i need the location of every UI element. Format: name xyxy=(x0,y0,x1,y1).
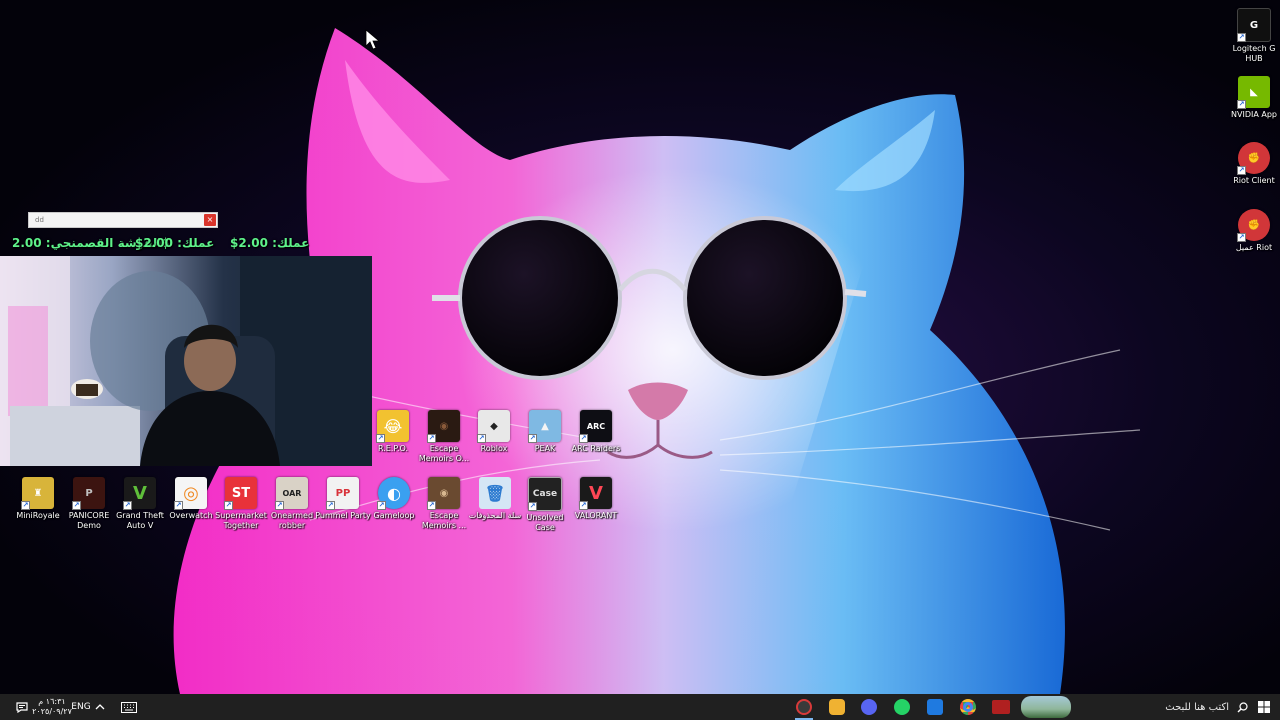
desktop-icon-label: NVIDIA App xyxy=(1231,110,1277,119)
chevron-up-icon xyxy=(95,704,105,710)
oneamed-robber-icon: OAR ↗ xyxy=(275,477,308,510)
notification-icon xyxy=(16,701,28,713)
desktop-icon-label: PANICORE Demo xyxy=(68,511,110,530)
clock-time: ١٦:٣١ م xyxy=(38,697,66,706)
overlay-input-value: dd xyxy=(35,216,44,224)
desktop-icon-label: PEAK xyxy=(534,444,556,453)
overlay-input[interactable]: dd × xyxy=(28,212,218,228)
desktop-icon-repo[interactable]: 😂 ↗ R.E.P.O. xyxy=(368,410,418,454)
desktop-icon-riot-client-ar[interactable]: ✊ ↗ عميل Riot xyxy=(1229,209,1279,253)
desktop-icon-label: Unsolved Case xyxy=(526,513,564,532)
desktop-icon-label: Onearmed robber xyxy=(270,511,314,530)
taskbar-app-obs[interactable] xyxy=(789,694,819,720)
desktop-icon-miniroyale[interactable]: ♜ ↗ MiniRoyale xyxy=(13,477,63,521)
windows-logo-icon xyxy=(1258,701,1270,713)
language-label: ENG xyxy=(71,702,91,712)
taskbar-app-whatsapp[interactable] xyxy=(887,694,917,720)
webcam-overlay xyxy=(0,256,372,466)
desktop-icon-label: MiniRoyale xyxy=(16,511,60,520)
desktop-icon-pummel-party[interactable]: PP ↗ Pummel Party xyxy=(315,477,371,521)
show-hidden-icons-button[interactable] xyxy=(92,694,108,720)
nvidia-icon: ◣ ↗ xyxy=(1237,76,1270,109)
desktop-icon-label: Riot Client xyxy=(1233,176,1275,185)
notification-center-button[interactable] xyxy=(12,694,32,720)
whatsapp-icon xyxy=(894,699,910,715)
escape-memoirs-icon: ◉ ↗ xyxy=(427,477,460,510)
desktop-icon-riot-client[interactable]: ✊ ↗ Riot Client xyxy=(1229,142,1279,186)
desktop-icon-label: Pummel Party xyxy=(315,511,371,520)
escape-memoirs-icon: ◉ ↗ xyxy=(427,410,460,443)
language-indicator[interactable]: ENG xyxy=(70,694,92,720)
desktop-icon-label: عميل Riot xyxy=(1235,243,1273,252)
logitech-icon: G ↗ xyxy=(1237,8,1271,42)
desktop-icon-gameloop[interactable]: ◐ ↗ Gameloop xyxy=(369,477,419,521)
desktop-icon-unsolved-case[interactable]: Case ↗ Unsolved Case xyxy=(520,477,570,533)
gta-v-icon: V ↗ xyxy=(123,477,156,510)
clock-date: ٢٠٢٥/٠٩/٢٧ xyxy=(32,707,72,716)
taskbar-app-mail[interactable] xyxy=(920,694,950,720)
widgets-button[interactable] xyxy=(1020,694,1072,720)
chrome-icon xyxy=(960,699,976,715)
desktop-icon-escape-memoirs-2[interactable]: ◉ ↗ Escape Memoirs ... xyxy=(419,477,469,531)
search-icon xyxy=(1237,701,1248,712)
desktop-icon-peak[interactable]: ▲ ↗ PEAK xyxy=(520,410,570,454)
riot-icon: ✊ ↗ xyxy=(1237,142,1270,175)
start-button[interactable] xyxy=(1254,694,1274,720)
roblox-icon: ◆ ↗ xyxy=(477,410,510,443)
desktop-icon-escape-memoirs-1[interactable]: ◉ ↗ Escape Memoirs O... xyxy=(419,410,469,464)
desktop-icon-label: Logitech G HUB xyxy=(1232,44,1276,63)
donation-alert: عملك: 2.00$ xyxy=(230,236,310,250)
desktop-icon-label: R.E.P.O. xyxy=(377,444,409,453)
mail-icon xyxy=(927,699,943,715)
touch-keyboard-button[interactable] xyxy=(118,694,140,720)
recycle-bin-icon: 🗑 xyxy=(479,477,511,509)
riot-icon: ✊ ↗ xyxy=(1237,209,1270,242)
desktop-icon-label: Supermarket Together xyxy=(215,511,267,530)
desktop-icon-logitech[interactable]: G ↗ Logitech G HUB xyxy=(1229,8,1279,64)
discord-icon xyxy=(829,699,845,715)
desktop-icon-label: ARC Raiders xyxy=(571,444,621,453)
repo-icon: 😂 ↗ xyxy=(376,410,409,443)
obs-icon xyxy=(796,699,812,715)
desktop-icon-roblox[interactable]: ◆ ↗ Roblox xyxy=(469,410,519,454)
clock[interactable]: ١٦:٣١ م ٢٠٢٥/٠٩/٢٧ xyxy=(32,694,72,720)
desktop-icon-nvidia[interactable]: ◣ ↗ NVIDIA App xyxy=(1229,76,1279,120)
arc-raiders-icon: ARC ↗ xyxy=(579,410,612,443)
overwatch-icon: ◎ ↗ xyxy=(174,477,207,510)
taskbar-app-chat[interactable] xyxy=(854,694,884,720)
desktop-icon-overwatch[interactable]: ◎ ↗ Overwatch xyxy=(166,477,216,521)
unsolved-case-icon: Case ↗ xyxy=(528,477,562,511)
search-box[interactable]: اكتب هنا للبحث xyxy=(1138,694,1248,720)
taskbar-app-stream[interactable] xyxy=(986,694,1016,720)
pummel-party-icon: PP ↗ xyxy=(326,477,359,510)
desktop-icon-arc-raiders[interactable]: ARC ↗ ARC Raiders xyxy=(571,410,621,454)
desktop-icon-panicore[interactable]: P ↗ PANICORE Demo xyxy=(64,477,114,531)
donation-alert: عملك: 2.00$ xyxy=(135,236,215,250)
stream-icon xyxy=(992,700,1010,714)
peak-icon: ▲ ↗ xyxy=(528,410,561,443)
taskbar: ١٦:٣١ م ٢٠٢٥/٠٩/٢٧ ENG اكتب هنا للبحث xyxy=(0,694,1280,720)
supermarket-together-icon: ST ↗ xyxy=(224,477,257,510)
desktop-icon-label: Grand Theft Auto V xyxy=(116,511,164,530)
gameloop-icon: ◐ ↗ xyxy=(377,477,410,510)
search-placeholder: اكتب هنا للبحث xyxy=(1165,701,1229,713)
taskbar-app-discord[interactable] xyxy=(822,694,852,720)
desktop-icon-valorant[interactable]: V ↗ VALORANT xyxy=(571,477,621,521)
taskbar-app-chrome[interactable] xyxy=(953,694,983,720)
panicore-icon: P ↗ xyxy=(72,477,105,510)
desktop-icon-label: VALORANT xyxy=(574,511,618,520)
desktop-icon-label: Roblox xyxy=(480,444,508,453)
chat-icon xyxy=(861,699,877,715)
close-icon[interactable]: × xyxy=(204,214,216,226)
valorant-icon: V ↗ xyxy=(579,477,612,510)
widgets-thumbnail xyxy=(1021,696,1071,718)
desktop-icon-recycle-bin[interactable]: 🗑 سلة المحذوفات xyxy=(469,477,521,521)
desktop-icon-gta-v[interactable]: V ↗ Grand Theft Auto V xyxy=(115,477,165,531)
desktop-icon-oneamed-robber[interactable]: OAR ↗ Onearmed robber xyxy=(267,477,317,531)
desktop-icon-supermarket-together[interactable]: ST ↗ Supermarket Together xyxy=(215,477,267,531)
miniroyale-icon: ♜ ↗ xyxy=(21,477,54,510)
keyboard-icon xyxy=(121,701,137,713)
desktop-icon-label: Escape Memoirs ... xyxy=(421,511,467,530)
